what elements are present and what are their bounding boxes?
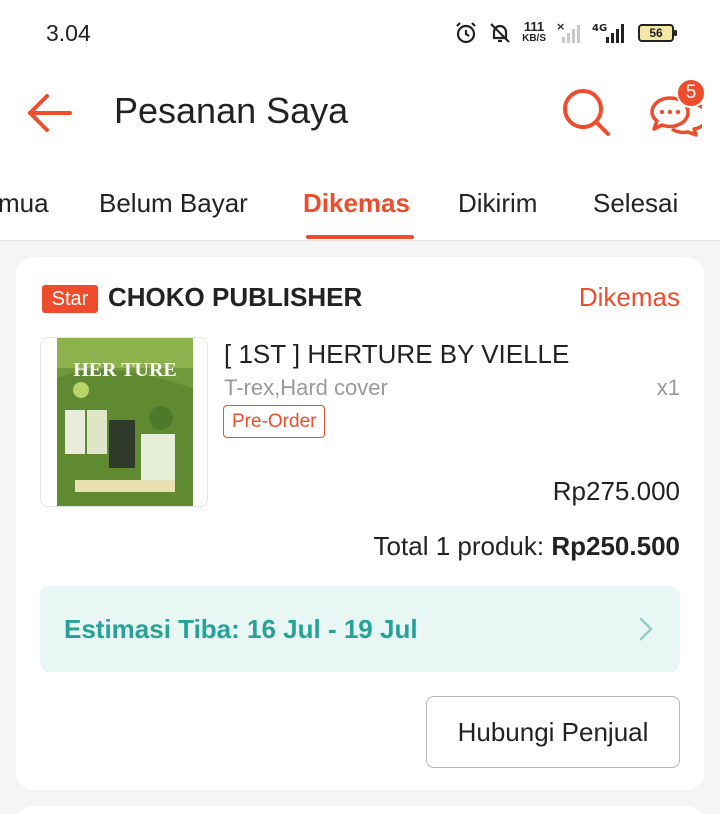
alarm-icon (454, 21, 478, 45)
preorder-tag: Pre-Order (223, 405, 326, 438)
tab-dikirim[interactable]: Dikirim (458, 188, 537, 219)
order-status: Dikemas (578, 282, 680, 312)
estimate-text: Estimasi Tiba: 16 Jul - 19 Jul (64, 614, 418, 644)
status-time: 3.04 (46, 20, 91, 46)
tab-selesai[interactable]: Selesai (593, 188, 678, 219)
product-name[interactable]: [ 1ST ] HERTURE BY VIELLE (224, 339, 569, 370)
no-signal-icon: × (556, 21, 582, 45)
battery-icon: 56 (638, 24, 677, 42)
product-quantity: x1 (656, 375, 680, 400)
total-label: Total 1 produk: (373, 531, 545, 561)
net-speed-value: 111 (523, 19, 545, 34)
chevron-right-icon (636, 614, 656, 644)
total-amount: Rp250.500 (551, 531, 680, 561)
order-card[interactable]: Star CHOKO PUBLISHER Dikemas HER TURE [ … (16, 257, 704, 790)
svg-text:×: × (556, 21, 565, 33)
order-total: Total 1 produk: Rp250.500 (374, 531, 680, 562)
delivery-estimate[interactable]: Estimasi Tiba: 16 Jul - 19 Jul (40, 586, 680, 672)
contact-seller-button[interactable]: Hubungi Penjual (426, 696, 680, 768)
product-thumbnail[interactable]: HER TURE (40, 337, 208, 507)
product-variant: T-rex,Hard cover (224, 375, 388, 400)
product-thumb-title: HER TURE (73, 359, 177, 381)
net-speed-unit: KB/S (522, 33, 546, 44)
active-tab-indicator (306, 235, 414, 239)
battery-level: 56 (649, 26, 663, 40)
next-order-card[interactable] (16, 806, 704, 814)
tab-dikemas[interactable]: Dikemas (303, 188, 410, 219)
order-tabs: mua Belum Bayar Dikemas Dikirim Selesai (0, 166, 720, 241)
status-bar: 3.04 111 KB/S × 4G 56 (0, 0, 720, 62)
search-icon (563, 89, 610, 136)
page-title: Pesanan Saya (114, 90, 349, 131)
arrow-left-icon (28, 94, 72, 132)
notifications-off-icon (488, 21, 512, 45)
signal-icon: 4G (592, 21, 628, 45)
status-icons: 111 KB/S × 4G 56 (454, 18, 677, 48)
product-image: HER TURE (41, 338, 207, 506)
network-type: 4G (592, 23, 607, 34)
search-button[interactable] (556, 82, 616, 142)
app-header: Pesanan Saya 5 (0, 62, 720, 166)
product-price: Rp275.000 (552, 476, 680, 506)
shop-name[interactable]: CHOKO PUBLISHER (108, 282, 362, 313)
tab-belum-bayar[interactable]: Belum Bayar (99, 188, 248, 219)
back-button[interactable] (22, 86, 76, 140)
chat-badge: 5 (676, 78, 706, 108)
tab-semua[interactable]: mua (0, 188, 49, 219)
net-speed: 111 KB/S (522, 19, 546, 45)
star-seller-badge: Star (42, 285, 98, 313)
